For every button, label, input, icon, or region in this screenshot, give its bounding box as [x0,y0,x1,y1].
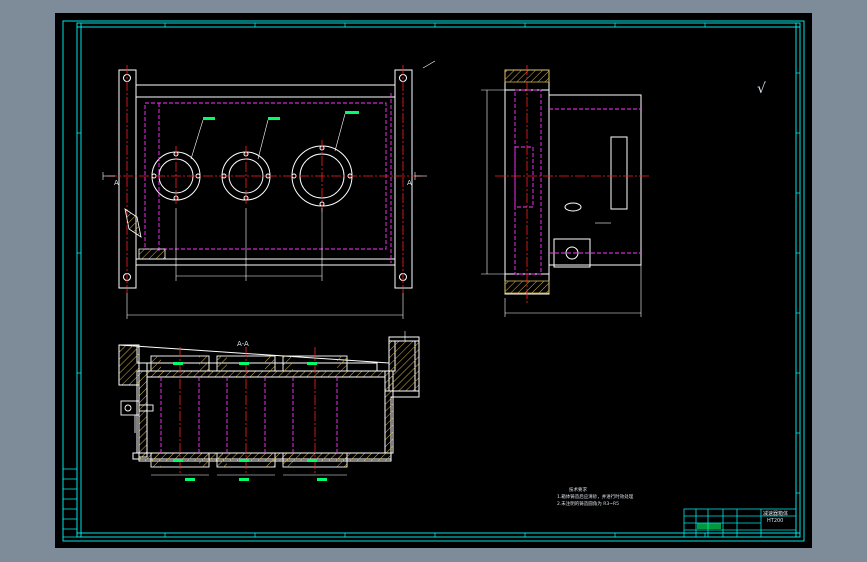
cut-label-right: A [407,179,412,187]
section-label: A-A [237,340,249,348]
roughness-mark: √ [757,81,766,97]
tech-req-title: 技术要求 [569,486,587,493]
cad-viewport[interactable]: A A √ A-A 技术要求 1.箱体铸造后应清砂，并进行时效处理 2.未注明的… [55,13,812,548]
revision-table [62,468,78,538]
title-block-name: 减速器箱体 [763,510,788,517]
side-view [481,65,651,317]
tech-req-line-2: 2.未注明的铸造圆角为 R3~R5 [557,500,619,507]
drawing-sheet: A A √ A-A 技术要求 1.箱体铸造后应清砂，并进行时效处理 2.未注明的… [62,20,805,542]
title-block-material: HT200 [767,518,783,524]
section-view: A-A [118,331,420,481]
cut-label-left: A [114,179,119,187]
front-view: A A [102,60,436,319]
tech-requirements: 技术要求 1.箱体铸造后应清砂，并进行时效处理 2.未注明的铸造圆角为 R3~R… [557,486,634,507]
tech-req-line-1: 1.箱体铸造后应清砂，并进行时效处理 [557,493,634,500]
sheet-frame [62,20,805,542]
